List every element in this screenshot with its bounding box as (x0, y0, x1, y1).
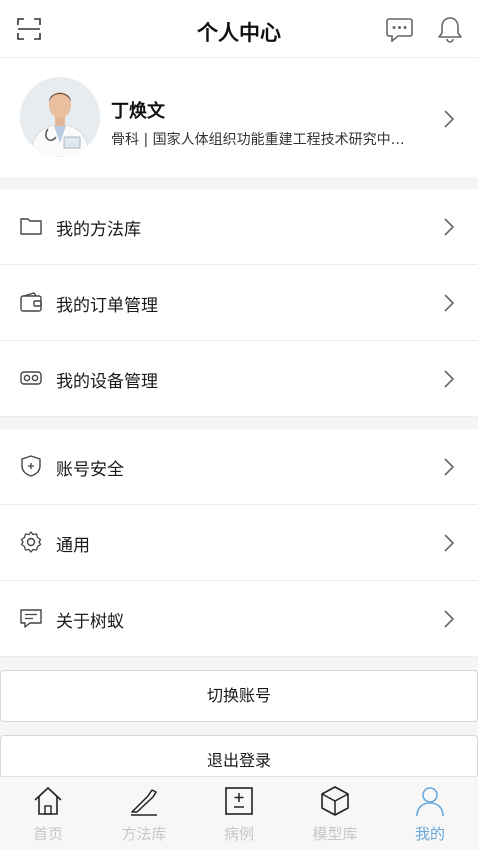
cube-icon (321, 786, 349, 816)
chevron-right-icon (444, 370, 455, 388)
vr-headset-icon (20, 371, 42, 385)
chevron-right-icon (444, 294, 455, 312)
scalpel-icon (131, 789, 157, 816)
profile-description: 骨科 | 国家人体组织功能重建工程技术研究中… (111, 132, 405, 148)
menu-item-account-security[interactable]: 账号安全 (0, 429, 478, 505)
bottom-tab-bar: 首页 方法库 病例 模型库 我的 (0, 776, 478, 850)
tab-cases[interactable]: 病例 (191, 777, 287, 850)
chevron-right-icon (444, 458, 455, 476)
menu-item-label: 我的方法库 (56, 220, 141, 240)
chevron-right-icon (444, 534, 455, 552)
home-icon (34, 787, 62, 815)
chevron-right-icon (444, 218, 455, 236)
chevron-right-icon (444, 110, 455, 128)
message-icon[interactable] (386, 17, 413, 42)
doctor-avatar-image (20, 77, 100, 157)
tab-method-library[interactable]: 方法库 (96, 777, 192, 850)
tab-label: 首页 (32, 825, 63, 843)
menu-item-devices[interactable]: 我的设备管理 (0, 341, 478, 417)
menu-item-about[interactable]: 关于树蚁 (0, 581, 478, 657)
tab-label: 病例 (223, 825, 254, 843)
person-icon (416, 787, 444, 817)
tab-label: 模型库 (312, 825, 358, 843)
chevron-right-icon (444, 610, 455, 628)
info-message-icon (20, 609, 42, 628)
menu-item-label: 通用 (56, 536, 90, 556)
menu-item-method-library[interactable]: 我的方法库 (0, 189, 478, 265)
section-divider (0, 177, 478, 189)
folder-icon (20, 218, 42, 235)
menu-item-label: 我的设备管理 (56, 372, 158, 392)
menu-item-label: 我的订单管理 (56, 296, 158, 316)
header-bar: 个人中心 (0, 0, 478, 58)
menu-item-label: 账号安全 (56, 460, 124, 480)
case-icon (225, 787, 253, 815)
menu-item-general[interactable]: 通用 (0, 505, 478, 581)
shield-icon (21, 455, 41, 477)
gear-icon (20, 531, 42, 553)
profile-card[interactable]: 丁焕文 骨科 | 国家人体组织功能重建工程技术研究中… (0, 59, 478, 177)
tab-me[interactable]: 我的 (382, 777, 478, 850)
tab-home[interactable]: 首页 (0, 777, 96, 850)
menu-item-orders[interactable]: 我的订单管理 (0, 265, 478, 341)
tab-label: 方法库 (121, 825, 167, 843)
tab-label: 我的 (414, 825, 445, 843)
wallet-icon (20, 292, 42, 312)
avatar[interactable] (20, 77, 100, 157)
bell-icon[interactable] (437, 16, 463, 43)
tab-model-library[interactable]: 模型库 (287, 777, 383, 850)
section-divider (0, 417, 478, 429)
profile-name: 丁焕文 (111, 101, 165, 122)
menu-item-label: 关于树蚁 (56, 612, 124, 632)
switch-account-button[interactable]: 切换账号 (0, 670, 478, 722)
